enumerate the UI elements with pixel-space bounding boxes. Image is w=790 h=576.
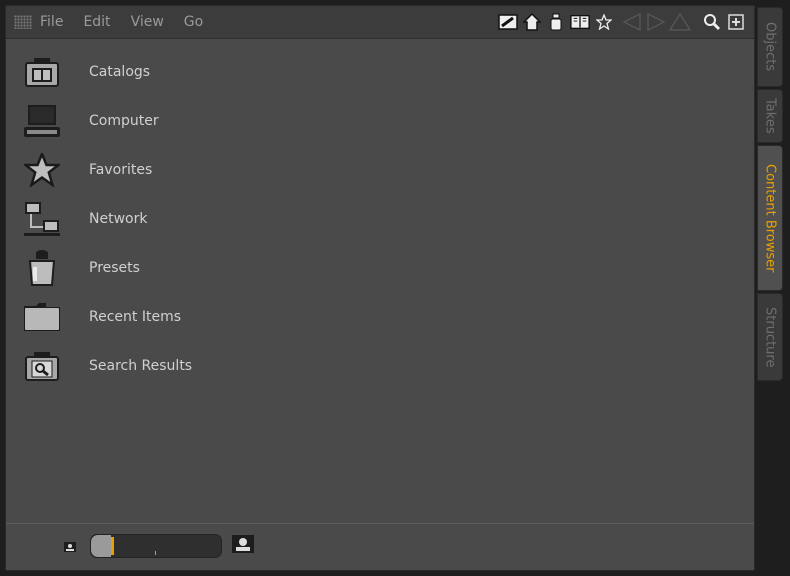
list-item-label: Search Results: [89, 358, 193, 374]
catalog-icon: [22, 52, 62, 92]
panel-grip-icon[interactable]: [14, 15, 32, 29]
content-browser-panel: File Edit View Go Catalogs Computer Favo…: [5, 5, 755, 571]
list-item-label: Favorites: [89, 162, 153, 178]
bottom-bar: [6, 523, 754, 570]
menu-go[interactable]: Go: [184, 14, 203, 30]
list-item-network[interactable]: Network: [22, 197, 422, 241]
list-item-label: Catalogs: [89, 64, 151, 80]
zoom-controls: [64, 534, 254, 558]
tab-label: Structure: [762, 306, 778, 368]
catalog-book-icon[interactable]: [570, 12, 590, 32]
presets-icon[interactable]: [546, 12, 566, 32]
tab-label: Takes: [762, 98, 778, 134]
up-nav-icon: [668, 12, 692, 31]
list-item-search-results[interactable]: Search Results: [22, 344, 422, 388]
presets-jar-icon: [22, 248, 62, 288]
edit-icon[interactable]: [498, 12, 518, 32]
list-item-catalogs[interactable]: Catalogs: [22, 50, 422, 94]
side-tabs: Objects Takes Content Browser Structure: [757, 5, 785, 571]
search-folder-icon: [22, 346, 62, 386]
menubar: File Edit View Go: [6, 6, 754, 39]
list-item-label: Presets: [89, 260, 140, 276]
computer-icon: [22, 101, 62, 141]
zoom-slider-handle[interactable]: [111, 537, 114, 555]
tab-content-browser[interactable]: Content Browser: [757, 145, 783, 291]
zoom-slider-fill: [91, 535, 111, 557]
folder-icon: [22, 297, 62, 337]
small-thumbnail-icon[interactable]: [64, 537, 76, 556]
network-icon: [22, 199, 62, 239]
menu-edit[interactable]: Edit: [83, 14, 110, 30]
menu-view[interactable]: View: [131, 14, 164, 30]
list-item-label: Recent Items: [89, 309, 181, 325]
tab-takes[interactable]: Takes: [757, 89, 783, 143]
new-window-icon[interactable]: [726, 12, 746, 32]
favorite-star-icon[interactable]: [594, 12, 614, 32]
tab-label: Content Browser: [762, 163, 778, 273]
history-nav: [618, 11, 698, 33]
app-frame: File Edit View Go Catalogs Computer Favo…: [0, 0, 790, 576]
list-item-computer[interactable]: Computer: [22, 99, 422, 143]
large-thumbnail-icon[interactable]: [232, 535, 254, 557]
tab-objects[interactable]: Objects: [757, 7, 783, 87]
forward-nav-icon: [647, 12, 666, 32]
toolbar: [498, 10, 746, 34]
list-item-recent-items[interactable]: Recent Items: [22, 295, 422, 339]
zoom-slider-tick: [155, 551, 156, 555]
tab-label: Objects: [762, 22, 778, 72]
list-item-favorites[interactable]: Favorites: [22, 148, 422, 192]
tab-structure[interactable]: Structure: [757, 293, 783, 381]
list-item-label: Computer: [89, 113, 159, 129]
star-icon: [22, 150, 62, 190]
back-nav-icon: [622, 12, 641, 32]
zoom-slider[interactable]: [90, 534, 222, 558]
list-item-label: Network: [89, 211, 148, 227]
search-icon[interactable]: [702, 12, 722, 32]
menu-file[interactable]: File: [40, 14, 63, 30]
home-icon[interactable]: [522, 12, 542, 32]
list-item-presets[interactable]: Presets: [22, 246, 422, 290]
